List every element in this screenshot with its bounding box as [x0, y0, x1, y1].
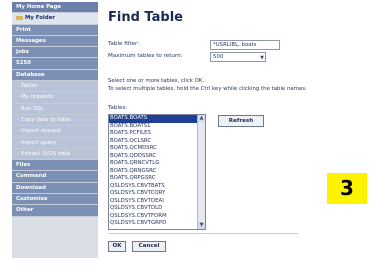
- sidebar-item-jobs[interactable]: Jobs: [12, 47, 98, 59]
- sidebar-item-print[interactable]: Print: [12, 24, 98, 36]
- sidebar-item-files[interactable]: Files: [12, 160, 98, 172]
- scroll-up-arrow-icon[interactable]: ▲: [198, 115, 205, 122]
- bullet-dash-icon: -: [17, 83, 19, 90]
- list-item[interactable]: QSLDSYS.CBVTFORM: [109, 213, 205, 221]
- sidebar-item-label: Jobs: [16, 49, 29, 56]
- sidebar-item-label: Database: [16, 71, 45, 78]
- cancel-button[interactable]: Cancel: [132, 241, 166, 252]
- sidebar-item-label: Copy data to table: [20, 116, 71, 123]
- sidebar-item-messages[interactable]: Messages: [12, 35, 98, 48]
- sidebar-item-label: Import query: [20, 139, 57, 146]
- sidebar-item-label: Run SQL: [20, 105, 44, 112]
- instruction-text-2: To select multiple tables, hold the Ctrl…: [108, 86, 307, 92]
- bullet-dash-icon: -: [17, 139, 19, 146]
- list-item[interactable]: BOATS.QRNCVTLG: [109, 160, 205, 168]
- sidebar-item-command[interactable]: Command: [12, 171, 98, 183]
- sidebar-item-label: Extract i5/OS data: [20, 150, 71, 157]
- list-item[interactable]: QSLDSYS.CBVTGRPD: [109, 220, 205, 228]
- tables-label: Tables:: [108, 105, 128, 111]
- bullet-dash-icon: -: [17, 128, 19, 135]
- sidebar-item-database[interactable]: Database: [12, 69, 98, 82]
- listbox-scrollbar[interactable]: ▲ ▼: [197, 115, 205, 229]
- list-item[interactable]: QSLDSYS.CBVTDLD: [109, 205, 205, 213]
- sidebar-item-other[interactable]: Other: [12, 205, 98, 217]
- sidebar-item-label: Tables: [20, 83, 38, 90]
- ok-button[interactable]: OK: [108, 241, 126, 252]
- list-item[interactable]: BOATS.QRNGSRC: [109, 168, 205, 176]
- sidebar-item-label: 5250: [16, 60, 32, 67]
- sidebar-item-my-folder[interactable]: My Folder: [12, 13, 98, 25]
- refresh-button[interactable]: Refresh: [218, 115, 264, 127]
- bullet-dash-icon: -: [17, 150, 19, 157]
- sidebar-item-label: Messages: [16, 37, 46, 44]
- list-item[interactable]: BOATS.QRPGSRC: [109, 175, 205, 183]
- sidebar-item-label: Customize: [16, 196, 48, 203]
- sidebar-item-label: Other: [16, 207, 34, 214]
- navigation-sidebar: My Home Page My Folder Print Messages Jo…: [12, 2, 98, 258]
- sidebar-item-extract-i5os-data[interactable]: - Extract i5/OS data: [12, 148, 98, 161]
- sidebar-item-download[interactable]: Download: [12, 182, 98, 195]
- sidebar-item-label: Command: [16, 173, 47, 180]
- chevron-down-icon: ▼: [260, 55, 264, 61]
- scroll-down-arrow-icon[interactable]: ▼: [198, 222, 205, 229]
- list-item[interactable]: BOATS.QCMDSRC: [109, 145, 205, 153]
- sidebar-item-copy-data-to-table[interactable]: - Copy data to table: [12, 114, 98, 127]
- bullet-dash-icon: -: [17, 116, 19, 123]
- list-item[interactable]: BOATS.QDDSSRC: [109, 153, 205, 161]
- list-item[interactable]: BOATS.BOATS1: [109, 123, 205, 131]
- sidebar-item-import-request[interactable]: - Import request: [12, 126, 98, 138]
- sidebar-item-label: Import request: [20, 128, 62, 135]
- left-gutter: [0, 0, 12, 270]
- divider: [108, 233, 298, 234]
- list-item[interactable]: QSLDSYS.CBVTCQRY: [109, 190, 205, 198]
- max-tables-value: 500: [213, 54, 224, 60]
- sidebar-item-my-home-page[interactable]: My Home Page: [12, 2, 98, 14]
- page-title: Find Table: [108, 10, 183, 25]
- folder-icon: [16, 15, 23, 20]
- max-tables-select[interactable]: 500 ▼: [210, 52, 266, 62]
- sidebar-item-label: Download: [16, 184, 47, 191]
- step-number-badge: 3: [327, 173, 367, 204]
- sidebar-item-label: Files: [16, 162, 31, 169]
- instruction-text-1: Select one or more tables, click OK.: [108, 78, 205, 84]
- sidebar-item-label: My Folder: [25, 15, 55, 22]
- list-item[interactable]: BOATS.PCFILES: [109, 130, 205, 138]
- list-item[interactable]: QSLDSYS.CBVTDEAI: [109, 198, 205, 206]
- table-filter-label: Table filter:: [108, 41, 140, 47]
- sidebar-item-run-sql[interactable]: - Run SQL: [12, 103, 98, 115]
- list-item[interactable]: BOATS.QCLSRC: [109, 138, 205, 146]
- max-tables-label: Maximum tables to return:: [108, 53, 183, 59]
- tables-listbox[interactable]: BOATS.BOATS BOATS.BOATS1 BOATS.PCFILES B…: [108, 114, 206, 230]
- sidebar-item-label: My requests: [20, 94, 54, 101]
- sidebar-item-tables[interactable]: - Tables: [12, 81, 98, 93]
- sidebar-item-import-query[interactable]: - Import query: [12, 137, 98, 149]
- table-filter-input[interactable]: *USRLIBL, boats: [210, 40, 280, 50]
- list-item[interactable]: QSLDSYS.CBVTBATS: [109, 183, 205, 191]
- sidebar-item-5250[interactable]: 5250: [12, 58, 98, 70]
- list-item[interactable]: BOATS.BOATS: [109, 115, 205, 123]
- sidebar-item-label: Print: [16, 26, 31, 33]
- sidebar-item-my-requests[interactable]: - My requests: [12, 92, 98, 104]
- bullet-dash-icon: -: [17, 94, 19, 101]
- sidebar-item-customize[interactable]: Customize: [12, 194, 98, 206]
- sidebar-item-label: My Home Page: [16, 4, 62, 10]
- bullet-dash-icon: -: [17, 105, 19, 112]
